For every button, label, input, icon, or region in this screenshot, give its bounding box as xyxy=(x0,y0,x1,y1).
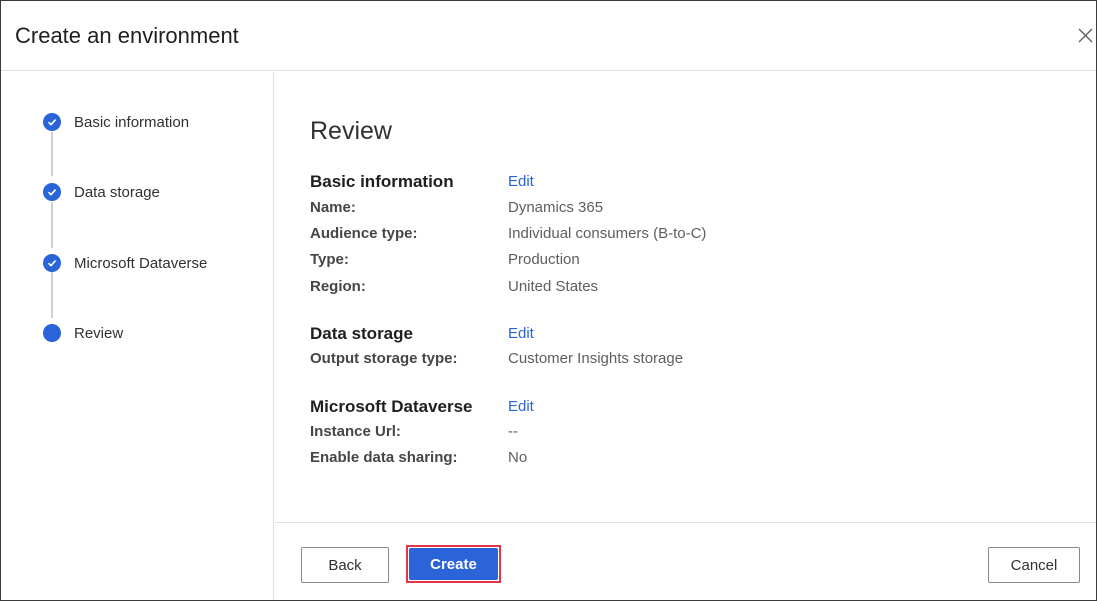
step-label: Basic information xyxy=(74,113,190,131)
edit-microsoft-dataverse-link[interactable]: Edit xyxy=(508,398,534,415)
checkmark-icon xyxy=(43,254,61,272)
step-data-storage[interactable]: Data storage xyxy=(43,182,160,202)
audience-type-value: Individual consumers (B-to-C) xyxy=(508,225,707,242)
instance-url-value: -- xyxy=(508,423,518,440)
step-label: Review xyxy=(74,324,124,342)
enable-data-sharing-value: No xyxy=(508,449,528,466)
checkmark-icon xyxy=(43,183,61,201)
name-label: Name: xyxy=(310,199,356,216)
output-storage-type-value: Customer Insights storage xyxy=(508,350,684,367)
review-heading: Review xyxy=(310,117,392,145)
create-button-highlight: Create xyxy=(406,545,501,583)
enable-data-sharing-label: Enable data sharing: xyxy=(310,449,458,466)
step-label: Microsoft Dataverse xyxy=(74,254,208,272)
close-button[interactable] xyxy=(1074,25,1096,47)
wizard-steps: Basic information Data storage Microsoft… xyxy=(1,72,274,600)
region-label: Region: xyxy=(310,278,366,295)
back-button[interactable]: Back xyxy=(301,547,389,583)
step-label: Data storage xyxy=(74,183,160,201)
create-button[interactable]: Create xyxy=(409,548,498,580)
section-title-data-storage: Data storage xyxy=(310,324,413,343)
type-value: Production xyxy=(508,251,580,268)
name-value: Dynamics 365 xyxy=(508,199,604,216)
review-panel: Review Basic information Edit Name: Dyna… xyxy=(275,72,1096,522)
edit-basic-information-link[interactable]: Edit xyxy=(508,173,534,190)
step-connector xyxy=(51,202,53,248)
output-storage-type-label: Output storage type: xyxy=(310,350,458,367)
cancel-button[interactable]: Cancel xyxy=(988,547,1080,583)
create-environment-dialog: Create an environment Basic information … xyxy=(0,0,1097,601)
step-connector xyxy=(51,132,53,176)
region-value: United States xyxy=(508,278,599,295)
step-microsoft-dataverse[interactable]: Microsoft Dataverse xyxy=(43,253,207,273)
step-review[interactable]: Review xyxy=(43,323,123,343)
checkmark-icon xyxy=(43,113,61,131)
type-label: Type: xyxy=(310,251,349,268)
dialog-title: Create an environment xyxy=(15,23,239,48)
step-basic-information[interactable]: Basic information xyxy=(43,112,189,132)
section-title-microsoft-dataverse: Microsoft Dataverse xyxy=(310,397,473,416)
current-step-dot-icon xyxy=(43,324,61,342)
close-icon xyxy=(1078,28,1093,43)
instance-url-label: Instance Url: xyxy=(310,423,401,440)
step-connector xyxy=(51,272,53,318)
dialog-header: Create an environment xyxy=(1,1,1096,71)
dialog-footer: Back Create Cancel xyxy=(275,522,1096,600)
section-title-basic-information: Basic information xyxy=(310,172,454,191)
edit-data-storage-link[interactable]: Edit xyxy=(508,325,534,342)
audience-type-label: Audience type: xyxy=(310,225,418,242)
